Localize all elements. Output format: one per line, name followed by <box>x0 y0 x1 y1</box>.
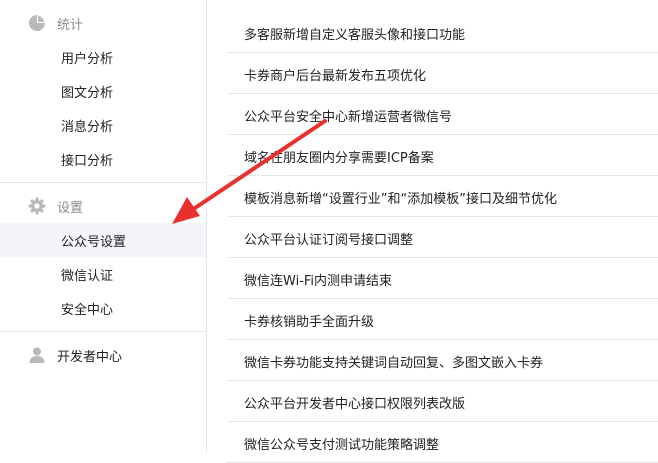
notice-link[interactable]: 公众平台认证订阅号接口调整 <box>244 229 413 248</box>
notice-link[interactable]: 公众平台安全中心新增运营者微信号 <box>244 106 452 125</box>
sidebar-divider <box>0 182 206 183</box>
list-item: 微信公众号支付测试功能策略调整 <box>227 422 658 463</box>
sidebar-border <box>206 0 207 453</box>
pie-chart-icon <box>28 14 46 32</box>
gear-icon <box>28 197 46 215</box>
list-item: 公众平台安全中心新增运营者微信号 <box>227 94 658 135</box>
notice-link[interactable]: 域名在朋友圈内分享需要ICP备案 <box>244 147 434 166</box>
sidebar-item-label: 消息分析 <box>61 119 114 135</box>
sidebar-item-label: 图文分析 <box>61 85 114 101</box>
sidebar-item-user-analysis[interactable]: 用户分析 <box>0 40 206 74</box>
notice-link[interactable]: 公众平台开发者中心接口权限列表改版 <box>244 393 465 412</box>
group-stats-title: 统计 <box>57 17 84 33</box>
notice-link[interactable]: 微信连Wi-Fi内测申请结束 <box>244 270 392 289</box>
sidebar-item-label: 接口分析 <box>61 153 114 169</box>
sidebar-item-account-settings[interactable]: 公众号设置 <box>0 223 206 257</box>
sidebar-item-wechat-verification[interactable]: 微信认证 <box>0 257 206 291</box>
notice-link[interactable]: 多客服新增自定义客服头像和接口功能 <box>244 24 465 43</box>
group-developer-center[interactable]: 开发者中心 <box>0 339 206 371</box>
list-item: 域名在朋友圈内分享需要ICP备案 <box>227 135 658 176</box>
sidebar-item-security-center[interactable]: 安全中心 <box>0 291 206 325</box>
group-stats: 统计 <box>0 7 206 39</box>
notice-link[interactable]: 模板消息新增“设置行业”和“添加模板”接口及细节优化 <box>244 188 557 207</box>
group-developer-title: 开发者中心 <box>57 349 123 365</box>
list-item: 公众平台认证订阅号接口调整 <box>227 217 658 258</box>
list-item: 公众平台开发者中心接口权限列表改版 <box>227 381 658 422</box>
list-item: 卡券核销助手全面升级 <box>227 299 658 340</box>
group-settings-title: 设置 <box>57 200 84 216</box>
list-item: 微信连Wi-Fi内测申请结束 <box>227 258 658 299</box>
notice-link[interactable]: 卡券核销助手全面升级 <box>244 311 374 330</box>
sidebar-item-article-analysis[interactable]: 图文分析 <box>0 74 206 108</box>
group-settings: 设置 <box>0 190 206 222</box>
sidebar-item-label: 微信认证 <box>61 268 114 284</box>
user-icon <box>28 346 46 364</box>
sidebar-item-api-analysis[interactable]: 接口分析 <box>0 142 206 176</box>
list-item: 模板消息新增“设置行业”和“添加模板”接口及细节优化 <box>227 176 658 217</box>
list-item: 卡券商户后台最新发布五项优化 <box>227 53 658 94</box>
sidebar-item-label: 用户分析 <box>61 51 114 67</box>
sidebar-item-label: 安全中心 <box>61 302 114 318</box>
sidebar: 统计 用户分析 图文分析 消息分析 接口分析 设置 公众号设置 微信认证 安全中… <box>0 0 206 453</box>
list-item: 微信卡券功能支持关键词自动回复、多图文嵌入卡券 <box>227 340 658 381</box>
sidebar-item-label: 公众号设置 <box>61 234 127 250</box>
list-item: 多客服新增自定义客服头像和接口功能 <box>227 12 658 53</box>
notice-link[interactable]: 微信卡券功能支持关键词自动回复、多图文嵌入卡券 <box>244 352 543 371</box>
notice-link[interactable]: 卡券商户后台最新发布五项优化 <box>244 65 426 84</box>
notice-link[interactable]: 微信公众号支付测试功能策略调整 <box>244 434 439 453</box>
sidebar-item-message-analysis[interactable]: 消息分析 <box>0 108 206 142</box>
sidebar-divider <box>0 331 206 332</box>
